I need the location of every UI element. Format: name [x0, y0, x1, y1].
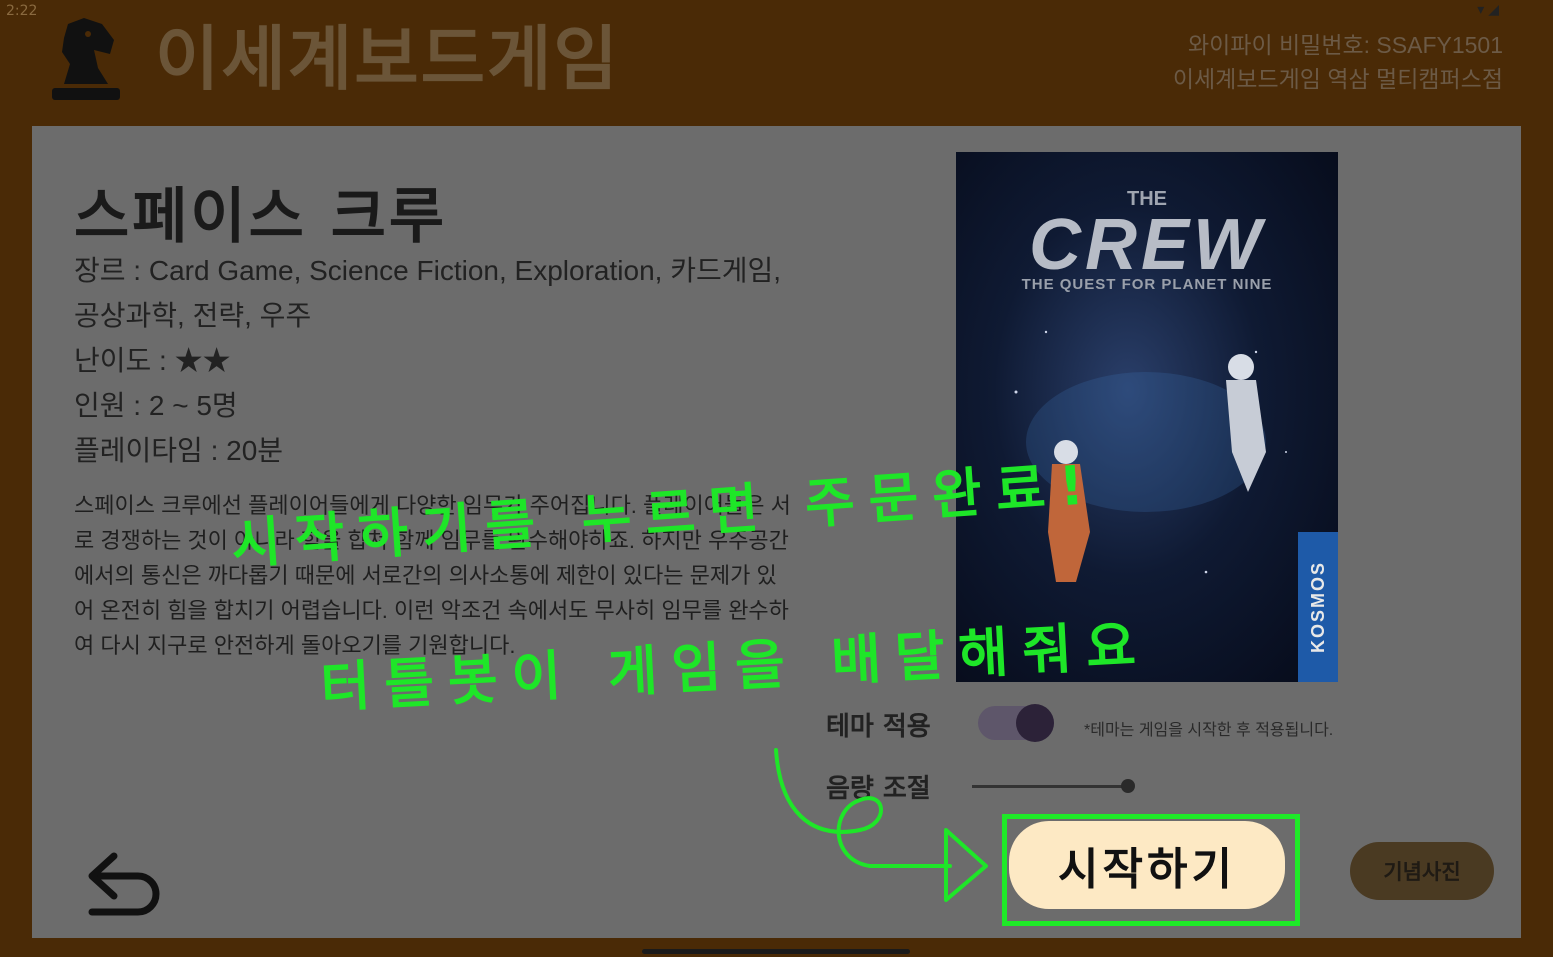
wifi-password: 와이파이 비밀번호: SSAFY1501	[1187, 32, 1503, 58]
status-time: 2:22	[6, 3, 38, 19]
app-title: 이세계보드게임	[155, 18, 620, 100]
game-players: 인원 : 2 ~ 5명	[74, 390, 238, 421]
back-arrow-icon	[88, 852, 160, 916]
photo-button[interactable]: 기념사진	[1350, 842, 1494, 900]
game-meta: 장르 : Card Game, Science Fiction, Explora…	[74, 248, 794, 473]
cover-brand: KOSMOS	[1298, 532, 1338, 682]
start-button-highlight	[1002, 814, 1300, 926]
theme-toggle-knob[interactable]	[1016, 704, 1054, 742]
store-info: 와이파이 비밀번호: SSAFY1501 이세계보드게임 역삼 멀티캠퍼스점	[1173, 28, 1503, 96]
game-title: 스페이스 크루	[74, 182, 448, 252]
store-name: 이세계보드게임 역삼 멀티캠퍼스점	[1172, 66, 1503, 92]
game-playtime: 플레이타임 : 20분	[74, 435, 284, 466]
annotation-arrow-icon	[774, 748, 988, 902]
volume-slider-thumb[interactable]	[1121, 779, 1135, 793]
cover-subtitle: THE QUEST FOR PLANET NINE	[1021, 276, 1273, 293]
back-button[interactable]	[78, 846, 162, 926]
game-difficulty: 난이도 : ★★	[74, 345, 231, 376]
navigation-bar[interactable]	[642, 949, 910, 954]
status-icons: ▾◢	[1477, 2, 1503, 18]
theme-label: 테마 적용	[826, 712, 931, 742]
cover-title: CREW	[1029, 205, 1265, 285]
game-genre: 장르 : Card Game, Science Fiction, Explora…	[74, 255, 782, 331]
theme-note: *테마는 게임을 시작한 후 적용됩니다.	[1084, 722, 1334, 739]
chess-knight-icon	[52, 18, 120, 100]
